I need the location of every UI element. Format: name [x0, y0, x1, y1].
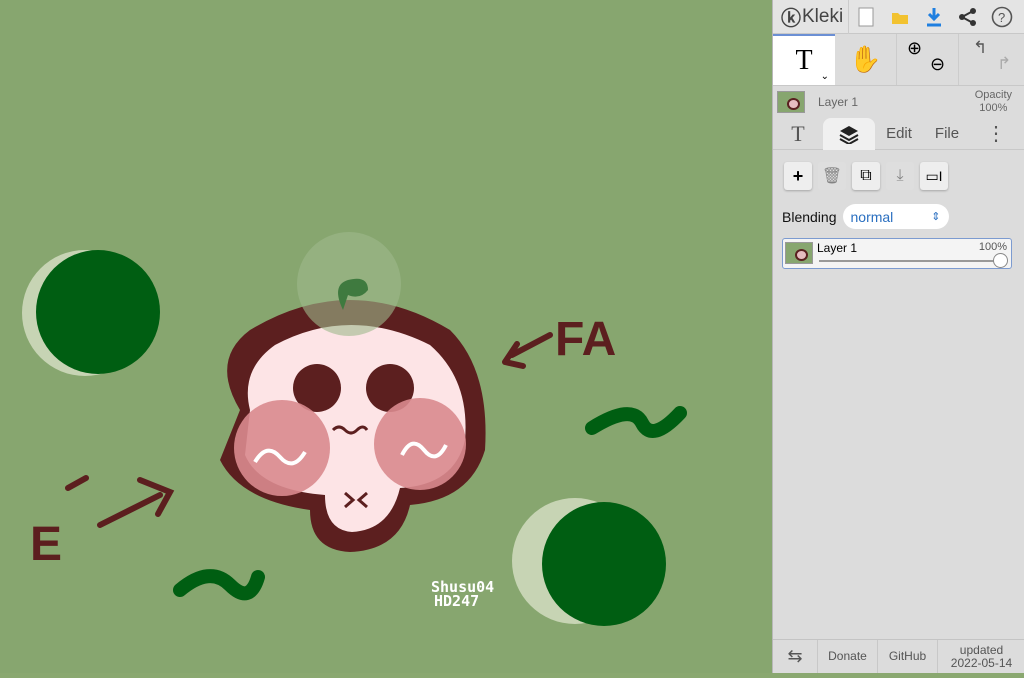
save-button[interactable]: [917, 0, 951, 34]
tab-file[interactable]: File: [923, 118, 971, 150]
merge-layer-button[interactable]: ⤓: [886, 162, 914, 190]
help-button[interactable]: ?: [985, 0, 1019, 34]
add-layer-button[interactable]: +: [784, 162, 812, 190]
blending-select[interactable]: normal ⇕: [842, 204, 949, 229]
current-layer-name: Layer 1: [818, 95, 859, 109]
tab-layers[interactable]: [823, 117, 875, 150]
svg-text:?: ?: [998, 10, 1005, 25]
updated-info[interactable]: updated 2022-05-14: [938, 640, 1024, 673]
redo-icon[interactable]: ↱: [997, 54, 1011, 74]
new-file-button[interactable]: [849, 0, 883, 34]
github-link[interactable]: GitHub: [878, 640, 938, 673]
help-icon: ?: [991, 6, 1013, 27]
zoom-out-icon[interactable]: ⊖: [930, 54, 945, 75]
share-button[interactable]: [951, 0, 985, 34]
opacity-value: 100%: [979, 102, 1008, 114]
signature-line2: HD247: [434, 592, 479, 610]
layer-name: Layer 1: [817, 241, 858, 255]
blending-value: normal: [850, 208, 894, 225]
zoom-in-icon[interactable]: ⊕: [907, 38, 922, 59]
current-layer-header: Layer 1 Opacity 100%: [773, 86, 1024, 118]
chevron-down-icon: ⌄: [820, 71, 829, 82]
updated-date: 2022-05-14: [950, 655, 1013, 670]
donate-link[interactable]: Donate: [818, 640, 878, 673]
layer-thumbnail: [785, 242, 813, 264]
blending-label: Blending: [782, 208, 837, 225]
layer-opacity: 100%: [978, 241, 1007, 253]
dark-circle-left: [36, 250, 160, 374]
kleki-logo[interactable]: ⓚ Kleki: [773, 0, 849, 34]
artwork: FA E Shusu04 HD247: [22, 232, 687, 626]
delete-layer-button[interactable]: 🗑: [818, 162, 846, 190]
text-tool-button[interactable]: T ⌄: [773, 34, 835, 85]
tab-tool-settings[interactable]: T: [773, 118, 823, 150]
rename-layer-button[interactable]: ▭I: [920, 162, 948, 190]
duplicate-icon: ⧉: [860, 167, 872, 184]
dark-circle-right: [542, 502, 666, 626]
more-menu-icon[interactable]: ⋮: [971, 118, 1021, 150]
layer-thumbnail: [777, 91, 805, 113]
layer-list-item[interactable]: Layer 1 100%: [782, 238, 1012, 269]
app-name: Kleki: [802, 5, 844, 27]
hand-tool-button[interactable]: ✋: [835, 34, 897, 85]
updated-label: updated: [959, 642, 1004, 657]
swap-sides-button[interactable]: ⇆: [773, 640, 818, 673]
share-icon: [959, 7, 976, 26]
select-arrows-icon: ⇕: [931, 211, 941, 223]
label-e: E: [30, 518, 62, 571]
label-fa: FA: [555, 313, 616, 366]
folder-icon: [892, 12, 908, 24]
opacity-label: Opacity: [974, 89, 1012, 101]
layer-opacity-slider[interactable]: [819, 260, 1001, 262]
opacity-slider-handle[interactable]: [993, 253, 1008, 268]
drawing-canvas[interactable]: FA E Shusu04 HD247: [0, 0, 772, 673]
text-tool-icon: T: [795, 44, 813, 76]
side-panel: ⓚ Kleki ? T ⌄ ✋ ⊕ ⊖ ↰ ↱ Layer 1 Opacity 100% …: [772, 0, 1024, 673]
open-file-button[interactable]: [883, 0, 917, 34]
swap-icon: ⇆: [787, 646, 803, 666]
trash-icon: 🗑: [821, 168, 843, 185]
hand-icon: ✋: [849, 44, 882, 74]
duplicate-layer-button[interactable]: ⧉: [852, 162, 880, 190]
download-icon: [927, 7, 941, 26]
merge-down-icon: ⤓: [896, 167, 904, 184]
plus-icon: +: [792, 165, 804, 186]
rename-icon: ▭I: [925, 167, 943, 184]
tab-edit[interactable]: Edit: [875, 118, 923, 150]
layers-icon: [839, 125, 859, 144]
undo-icon[interactable]: ↰: [973, 38, 987, 58]
zoom-buttons: ⊕ ⊖: [897, 34, 959, 85]
new-file-icon: [858, 7, 874, 26]
undo-redo: ↰ ↱: [959, 34, 1023, 85]
